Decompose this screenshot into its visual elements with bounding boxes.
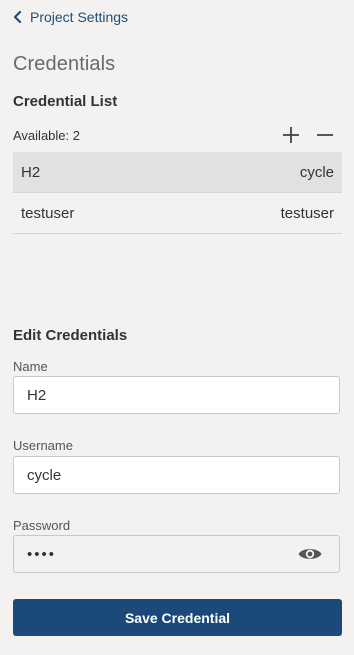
credential-username: cycle (299, 163, 334, 181)
available-count: Available: 2 (13, 128, 80, 143)
credential-list-title: Credential List (13, 93, 118, 110)
add-credential-button[interactable] (280, 124, 302, 146)
username-label: Username (13, 438, 73, 453)
credentials-panel: Project Settings Credentials Credential … (0, 0, 354, 655)
credential-list: H2 cycle testuser testuser (13, 152, 342, 234)
credential-username: testuser (280, 204, 334, 222)
page-title: Credentials (13, 53, 116, 75)
password-field[interactable] (13, 535, 340, 573)
edit-credentials-title: Edit Credentials (13, 327, 128, 344)
credential-row[interactable]: testuser testuser (13, 193, 342, 234)
save-credential-button[interactable]: Save Credential (13, 599, 342, 636)
back-link-label: Project Settings (30, 9, 129, 25)
credential-row[interactable]: H2 cycle (13, 152, 342, 193)
username-field[interactable] (13, 456, 340, 494)
credential-name: H2 (21, 163, 41, 181)
eye-icon (298, 549, 322, 559)
back-link[interactable]: Project Settings (13, 7, 128, 27)
minus-icon (317, 134, 333, 136)
name-field[interactable] (13, 376, 340, 414)
name-label: Name (13, 359, 48, 374)
password-label: Password (13, 518, 71, 533)
show-password-button[interactable] (297, 545, 323, 563)
plus-icon (283, 127, 299, 143)
credential-name: testuser (21, 204, 75, 222)
remove-credential-button[interactable] (314, 124, 336, 146)
chevron-left-icon (13, 11, 22, 23)
